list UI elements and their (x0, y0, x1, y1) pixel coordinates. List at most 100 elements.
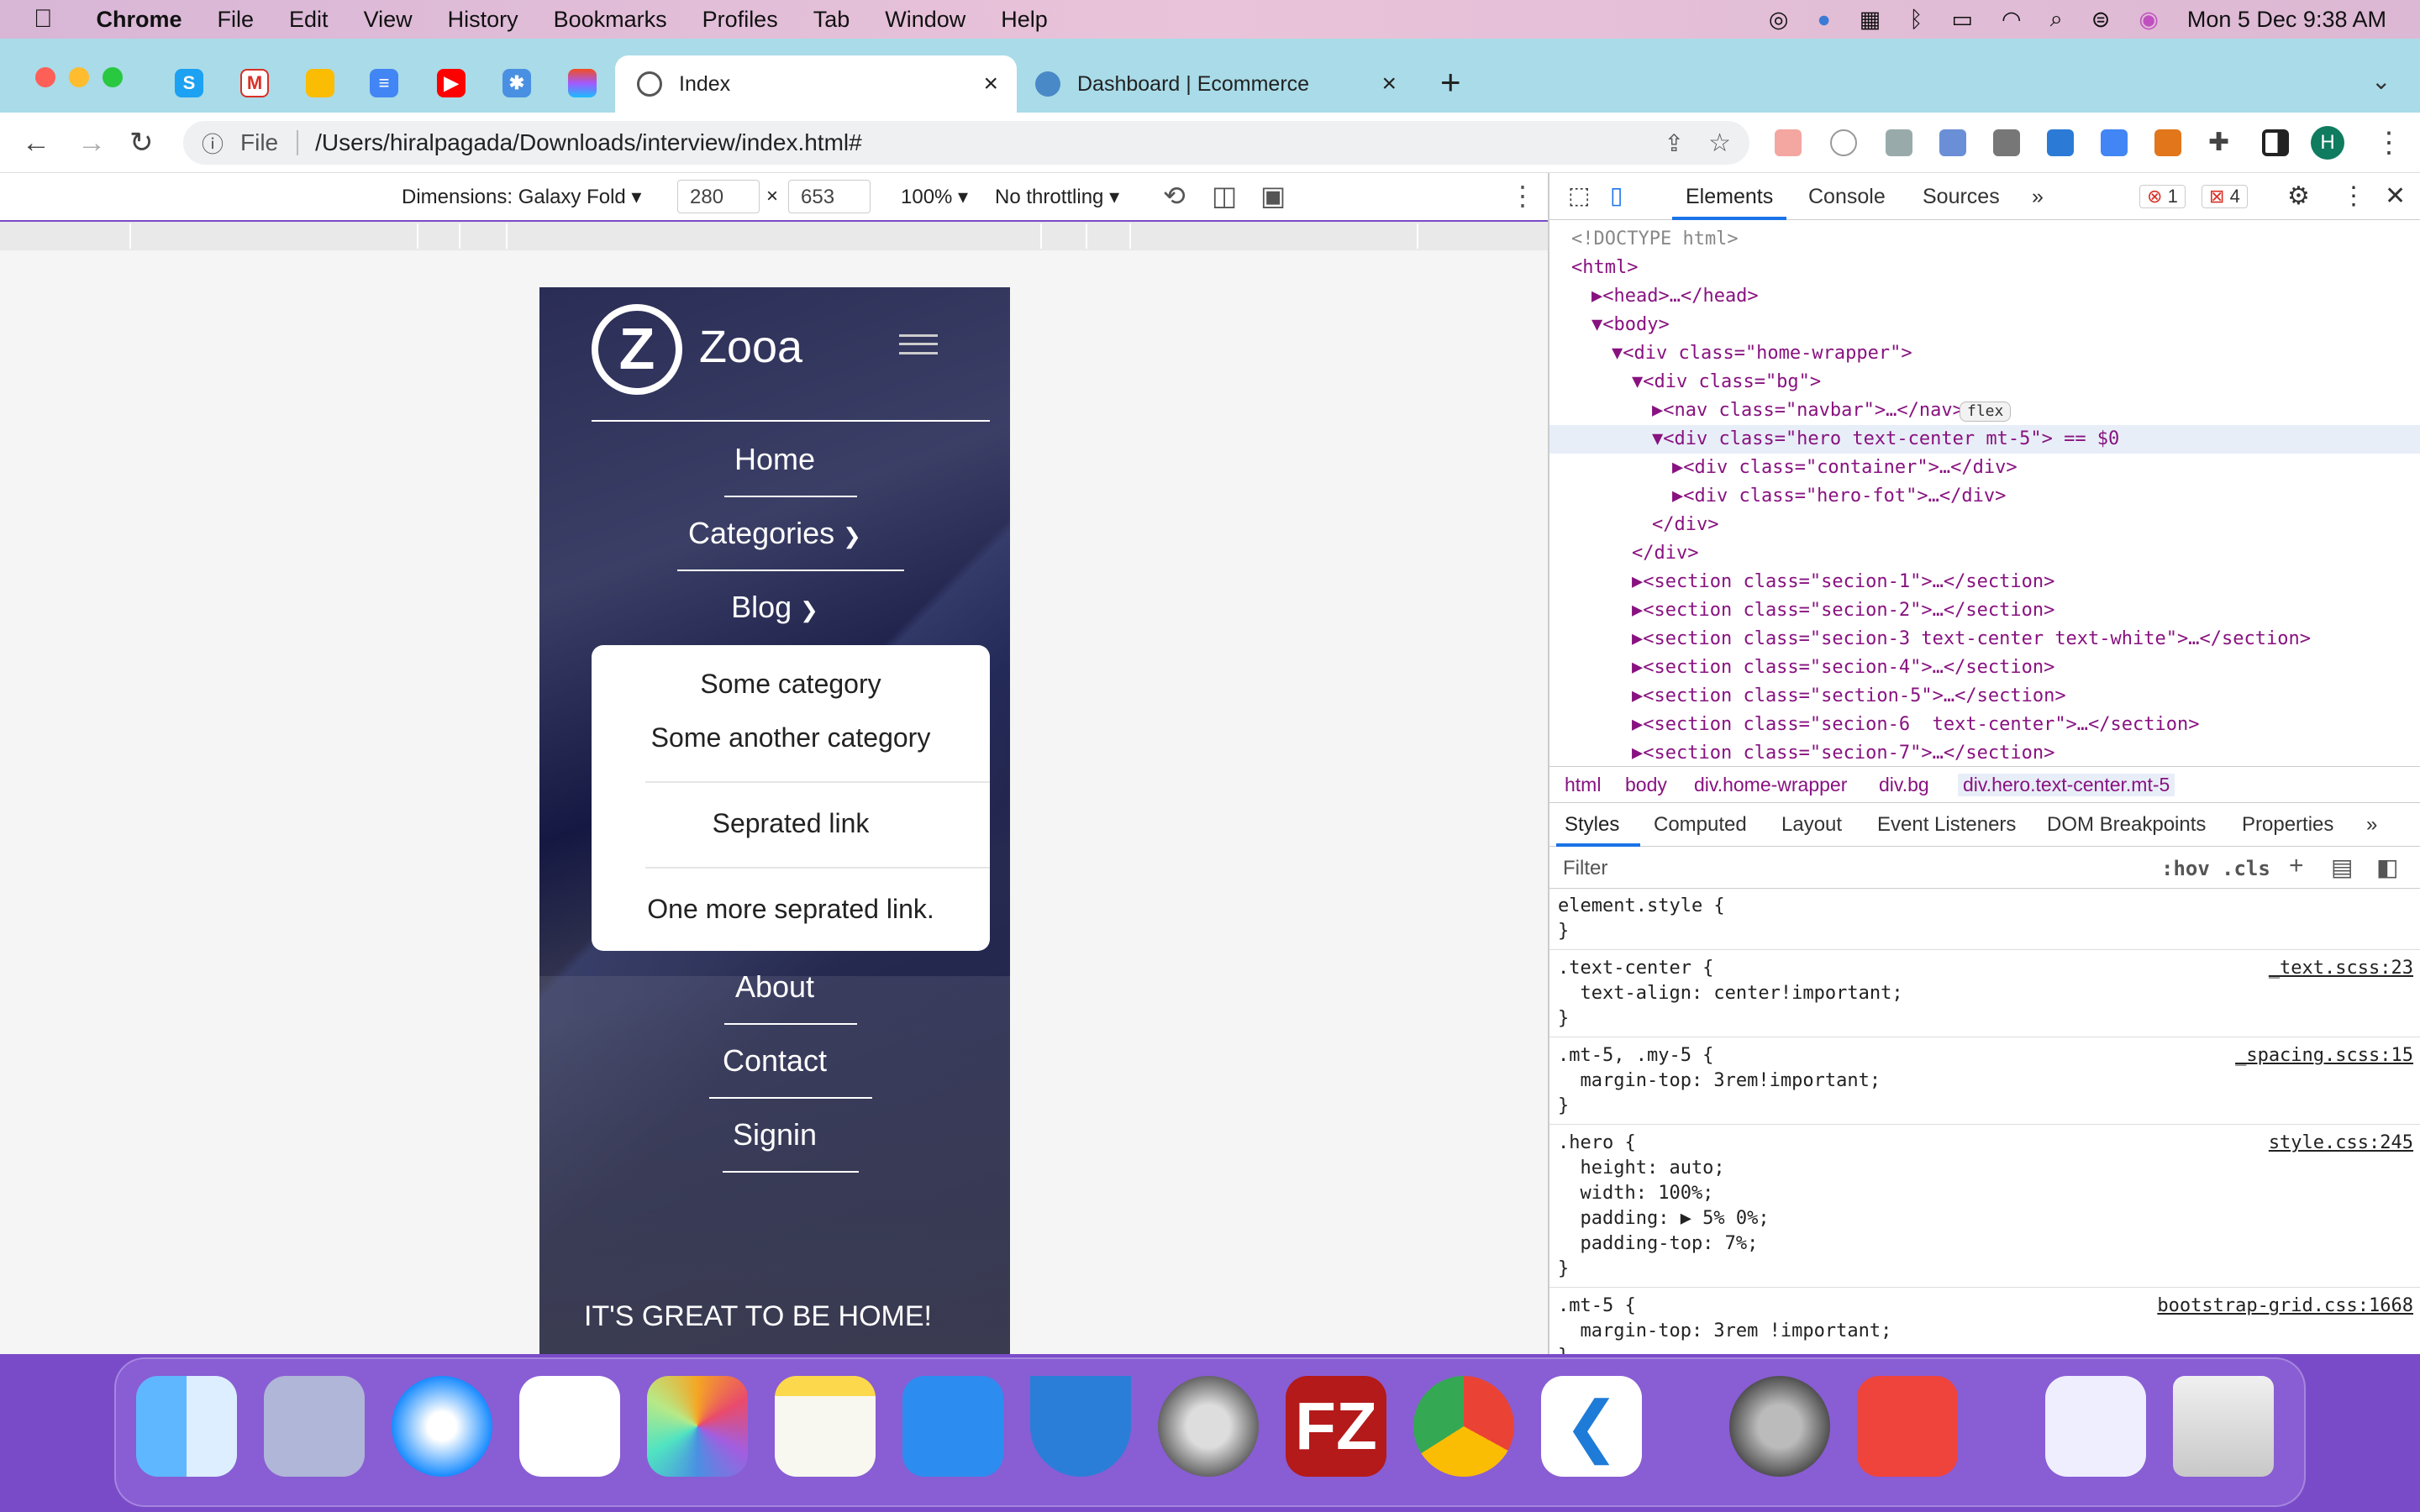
site-brand-name[interactable]: Zooa (699, 321, 802, 373)
extension-s-icon[interactable] (2047, 129, 2074, 156)
dom-node-line[interactable]: <!DOCTYPE html> (1549, 225, 2420, 254)
device-dimensions-select[interactable]: Dimensions: Galaxy Fold ▾ (402, 185, 641, 209)
filezilla-icon[interactable]: FZ (1286, 1376, 1386, 1477)
control-center-icon[interactable]: ⊜ (2091, 7, 2111, 33)
chrome-icon[interactable] (1413, 1376, 1514, 1477)
pinned-tab-figma-icon[interactable] (568, 69, 597, 97)
app-shield-icon[interactable] (1030, 1376, 1131, 1477)
css-rule[interactable]: element.style { } (1558, 894, 1725, 944)
mamp-icon[interactable] (1729, 1376, 1830, 1477)
device-toggle-icon[interactable]: ▯ (1610, 181, 1623, 209)
css-rule[interactable]: .text-center { text-align: center!import… (1558, 956, 1903, 1032)
dropdown-item-some-category[interactable]: Some category (592, 669, 990, 700)
device-more-icon[interactable]: ⋮ (1509, 180, 1536, 212)
settings-gear-icon[interactable]: ⚙ (2287, 181, 2310, 211)
nav-categories-link[interactable]: Categories ❯ (539, 516, 1010, 551)
nav-contact-link[interactable]: Contact (539, 1043, 1010, 1079)
error-count-badge[interactable]: ⊗ 1 (2139, 185, 2186, 208)
media-query-ruler[interactable] (0, 222, 1548, 250)
extension-code-icon[interactable] (1886, 129, 1912, 156)
calendar-icon[interactable]: ▦ (1860, 7, 1881, 33)
menu-app-name[interactable]: Chrome (97, 7, 182, 33)
subtab-dom-breakpoints[interactable]: DOM Breakpoints (2047, 813, 2206, 837)
close-tab-icon[interactable]: × (983, 70, 998, 98)
menu-edit[interactable]: Edit (289, 7, 329, 33)
pinned-tab-app-icon[interactable]: ✱ (502, 69, 531, 97)
menu-help[interactable]: Help (1001, 7, 1048, 33)
recent-window-thumbnail[interactable] (2045, 1376, 2146, 1477)
inspect-element-icon[interactable]: ⬚ (1568, 181, 1590, 209)
dom-node-line[interactable]: <html> (1549, 254, 2420, 282)
css-rule[interactable]: .mt-5, .my-5 { margin-top: 3rem!importan… (1558, 1043, 1881, 1119)
css-rule[interactable]: .mt-5 { margin-top: 3rem !important; } (1558, 1294, 1891, 1354)
breadcrumb-bg[interactable]: div.bg (1879, 774, 1929, 796)
launchpad-icon[interactable] (264, 1376, 365, 1477)
subtab-event-listeners[interactable]: Event Listeners (1877, 813, 2016, 837)
flex-badge[interactable]: flex (1960, 402, 2012, 422)
breadcrumb-body[interactable]: body (1625, 774, 1667, 796)
close-tab-icon[interactable]: × (1381, 70, 1397, 98)
nav-about-link[interactable]: About (539, 969, 1010, 1005)
dom-node-line[interactable]: ▶<section class="secion-1">…</section> (1549, 568, 2420, 596)
notes-icon[interactable] (775, 1376, 876, 1477)
nav-signin-link[interactable]: Signin (539, 1117, 1010, 1152)
pinned-tab-keep-icon[interactable] (306, 69, 334, 97)
device-height-input[interactable]: 653 (788, 180, 871, 213)
new-tab-button[interactable]: + (1440, 62, 1461, 102)
tab-elements[interactable]: Elements (1686, 185, 1773, 209)
menu-tab[interactable]: Tab (813, 7, 850, 33)
dropdown-item-one-more-link[interactable]: One more seprated link. (592, 894, 990, 925)
dom-node-line[interactable]: ▶<nav class="navbar">…</nav> flex (1549, 396, 2420, 425)
menubar-clock[interactable]: Mon 5 Dec 9:38 AM (2187, 7, 2386, 33)
extension-h-icon[interactable] (1830, 129, 1857, 156)
device-width-input[interactable]: 280 (677, 180, 760, 213)
address-bar[interactable]: ⓘ File /Users/hiralpagada/Downloads/inte… (183, 121, 1749, 165)
back-arrow-icon[interactable]: ← (22, 128, 50, 158)
dom-node-line[interactable]: ▶<section class="secion-6 text-center">…… (1549, 711, 2420, 739)
extension-arrow-icon[interactable] (1775, 129, 1802, 156)
subtab-properties[interactable]: Properties (2242, 813, 2333, 837)
forward-arrow-icon[interactable]: → (77, 128, 106, 158)
zoom-select[interactable]: 100% ▾ (901, 185, 968, 209)
battery-icon[interactable]: ▭ (1951, 7, 1973, 33)
styles-filter-input[interactable]: Filter (1563, 857, 1607, 880)
new-rule-plus-icon[interactable]: + (2289, 852, 2304, 880)
menu-history[interactable]: History (448, 7, 518, 33)
photos-icon[interactable] (647, 1376, 748, 1477)
subtab-computed[interactable]: Computed (1654, 813, 1747, 837)
dom-node-line[interactable]: </div> (1549, 511, 2420, 539)
css-rule-source-link[interactable]: _text.scss:23 (2269, 958, 2413, 979)
extension-tag-icon[interactable] (1939, 129, 1966, 156)
reload-icon[interactable]: ↻ (129, 128, 154, 158)
subtab-styles[interactable]: Styles (1565, 813, 1619, 837)
tab-search-chevron-icon[interactable]: ⌄ (2371, 67, 2391, 95)
dom-node-line[interactable]: ▶<head>…</head> (1549, 282, 2420, 311)
breadcrumb-html[interactable]: html (1565, 774, 1601, 796)
hov-toggle[interactable]: :hov (2161, 857, 2210, 880)
cls-toggle[interactable]: .cls (2222, 857, 2270, 880)
dom-node-line[interactable]: ▼<body> (1549, 311, 2420, 339)
subtab-layout[interactable]: Layout (1781, 813, 1842, 837)
wifi-icon[interactable]: ◠ (2002, 7, 2022, 33)
anydesk-icon[interactable] (1857, 1376, 1958, 1477)
trash-icon[interactable] (2173, 1376, 2274, 1477)
breadcrumb-hero[interactable]: div.hero.text-center.mt-5 (1958, 774, 2175, 796)
info-icon[interactable]: ⓘ (202, 128, 224, 159)
pinned-tab-gmail-icon[interactable]: M (240, 69, 269, 97)
extension-pen-icon[interactable] (1993, 129, 2020, 156)
pinned-tab-skype-icon[interactable]: S (175, 69, 203, 97)
dom-node-line[interactable]: ▶<section class="secion-4">…</section> (1549, 654, 2420, 682)
dropdown-item-separated-link[interactable]: Seprated link (592, 808, 990, 839)
extension-translate-icon[interactable] (2101, 129, 2128, 156)
more-menu-icon[interactable]: ⋮ (2375, 128, 2403, 158)
close-window-button[interactable] (35, 67, 55, 87)
dom-node-line[interactable]: ▼<div class="hero text-center mt-5"> == … (1549, 425, 2420, 454)
address-url[interactable]: /Users/hiralpagada/Downloads/interview/i… (315, 129, 862, 156)
site-logo-icon[interactable]: Z (592, 304, 682, 395)
dom-node-line[interactable]: ▶<section class="secion-7">…</section> (1549, 739, 2420, 764)
dual-screen-icon[interactable]: ◫ (1212, 180, 1237, 212)
dom-node-line[interactable]: ▼<div class="home-wrapper"> (1549, 339, 2420, 368)
sensors-icon[interactable]: ▣ (1260, 180, 1286, 212)
maximize-window-button[interactable] (103, 67, 123, 87)
warning-count-badge[interactable]: ⊠ 4 (2202, 185, 2248, 208)
